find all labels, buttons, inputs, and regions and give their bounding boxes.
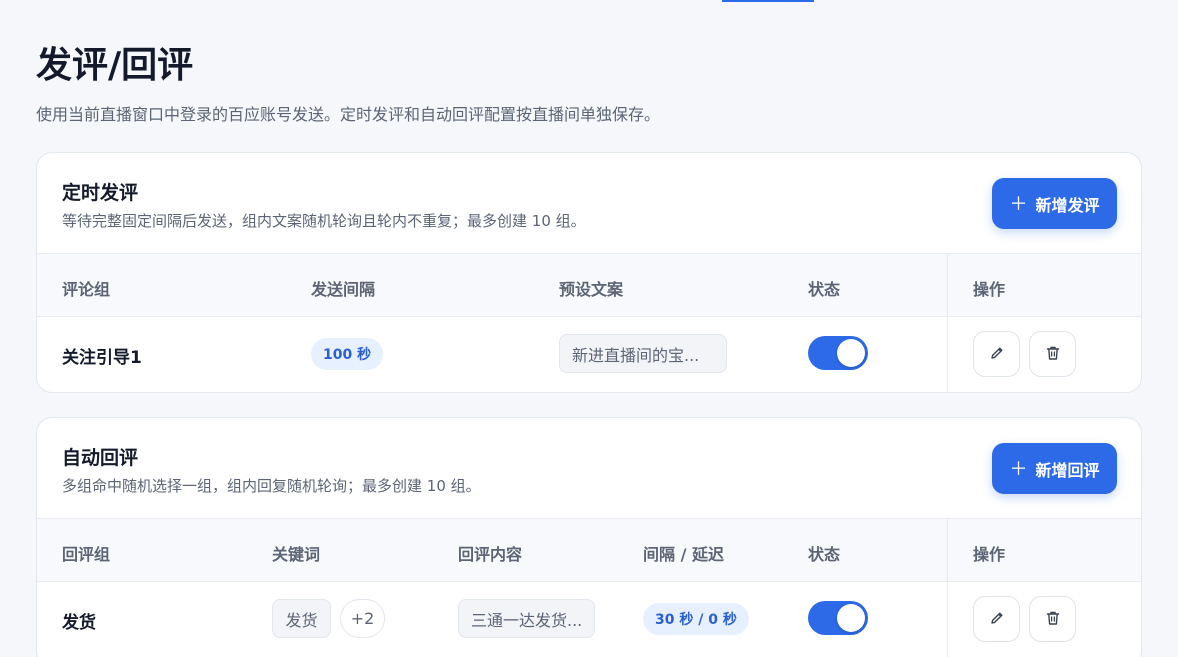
delete-button[interactable] — [1029, 596, 1076, 642]
card-title: 定时发评 — [62, 182, 139, 204]
pencil-icon — [989, 610, 1005, 629]
card-header: 定时发评 等待完整固定间隔后发送，组内文案随机轮询且轮内不重复；最多创建 10 … — [37, 153, 1141, 254]
table-header: 评论组 发送间隔 预设文案 状态 操作 — [37, 254, 1141, 317]
plus-icon: ＋ — [1009, 193, 1028, 214]
edit-button[interactable] — [973, 596, 1020, 642]
column-header: 发送间隔 — [311, 280, 376, 299]
status-toggle[interactable] — [808, 336, 868, 370]
preset-text-preview: 新进直播间的宝... — [559, 334, 727, 373]
column-header: 操作 — [973, 545, 1006, 564]
keyword-chip: 发货 — [272, 599, 331, 638]
column-header: 关键词 — [272, 545, 321, 564]
toggle-knob — [837, 604, 865, 632]
more-keywords-chip[interactable]: +2 — [340, 599, 385, 638]
card-subtitle: 多组命中随机选择一组，组内回复随机轮询；最多创建 10 组。 — [62, 477, 481, 495]
interval-delay-badge: 30 秒 / 0 秒 — [643, 603, 749, 635]
reply-content-preview: 三通一达发货... — [458, 599, 595, 638]
column-header: 间隔 / 延迟 — [643, 545, 724, 564]
column-header: 预设文案 — [559, 280, 624, 299]
group-name: 发货 — [62, 613, 96, 633]
column-header: 回评内容 — [458, 545, 523, 564]
scheduled-comments-card: 定时发评 等待完整固定间隔后发送，组内文案随机轮询且轮内不重复；最多创建 10 … — [36, 152, 1142, 393]
pencil-icon — [989, 345, 1005, 364]
page-description: 使用当前直播窗口中登录的百应账号发送。定时发评和自动回评配置按直播间单独保存。 — [36, 105, 661, 124]
table-header: 回评组 关键词 回评内容 间隔 / 延迟 状态 操作 — [37, 519, 1141, 582]
column-header: 回评组 — [62, 545, 111, 564]
auto-reply-card: 自动回评 多组命中随机选择一组，组内回复随机轮询；最多创建 10 组。 ＋ 新增… — [36, 417, 1142, 657]
edit-button[interactable] — [973, 331, 1020, 377]
add-auto-reply-button[interactable]: ＋ 新增回评 — [992, 443, 1117, 494]
add-button-label: 新增回评 — [1035, 462, 1100, 480]
active-tab-indicator — [722, 0, 814, 2]
table-row: 关注引导1 100 秒 新进直播间的宝... — [37, 317, 1141, 391]
column-divider — [947, 519, 948, 657]
column-header: 操作 — [973, 280, 1006, 299]
card-subtitle: 等待完整固定间隔后发送，组内文案随机轮询且轮内不重复；最多创建 10 组。 — [62, 212, 586, 230]
page-title: 发评/回评 — [36, 45, 194, 86]
add-button-label: 新增发评 — [1035, 197, 1100, 215]
plus-icon: ＋ — [1009, 458, 1028, 479]
toggle-knob — [837, 339, 865, 367]
card-header: 自动回评 多组命中随机选择一组，组内回复随机轮询；最多创建 10 组。 ＋ 新增… — [37, 418, 1141, 519]
interval-badge: 100 秒 — [311, 338, 384, 370]
column-header: 评论组 — [62, 280, 111, 299]
column-header: 状态 — [808, 545, 841, 564]
table-row: 发货 发货 +2 三通一达发货... 30 秒 / 0 秒 — [37, 582, 1141, 656]
column-divider — [947, 254, 948, 392]
column-header: 状态 — [808, 280, 841, 299]
trash-icon — [1045, 345, 1061, 364]
status-toggle[interactable] — [808, 601, 868, 635]
add-scheduled-comment-button[interactable]: ＋ 新增发评 — [992, 178, 1117, 229]
delete-button[interactable] — [1029, 331, 1076, 377]
group-name: 关注引导1 — [62, 348, 142, 368]
trash-icon — [1045, 610, 1061, 629]
card-title: 自动回评 — [62, 447, 139, 469]
